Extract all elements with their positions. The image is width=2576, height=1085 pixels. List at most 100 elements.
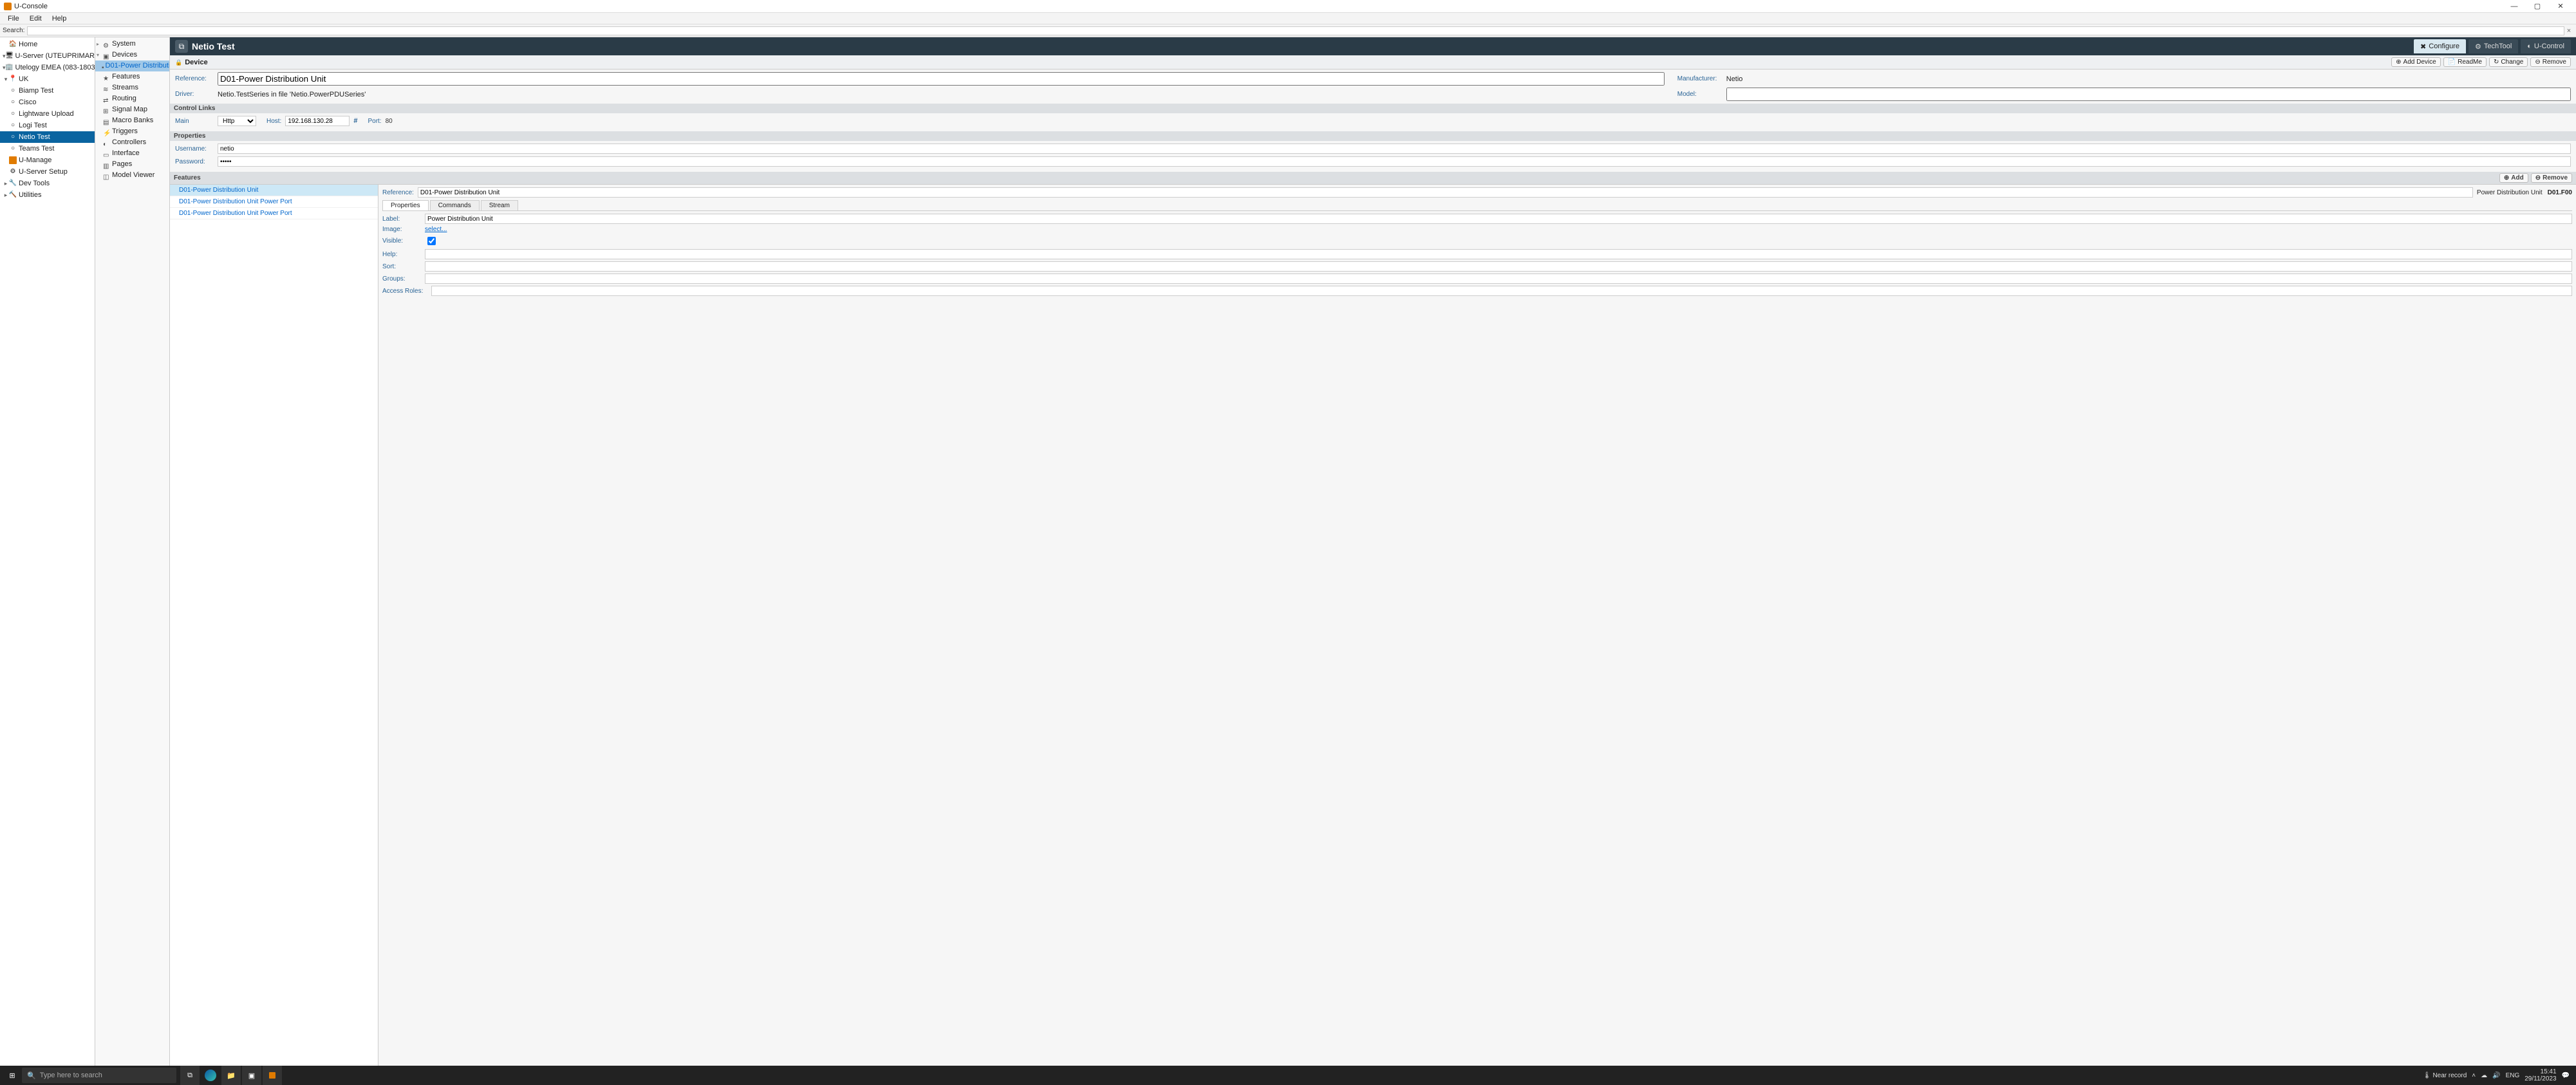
prop-visible-checkbox[interactable] bbox=[427, 237, 436, 245]
subtab-properties[interactable]: Properties bbox=[382, 200, 429, 210]
feat-reference-label: Reference: bbox=[382, 189, 414, 196]
tree-triggers[interactable]: ⚡Triggers bbox=[95, 126, 169, 137]
menu-edit[interactable]: Edit bbox=[24, 14, 47, 24]
subtab-commands[interactable]: Commands bbox=[430, 200, 480, 210]
device-tree: ▸⚙System ▾▣Devices ▪D01-Power Distributi… bbox=[95, 37, 170, 1066]
menu-help[interactable]: Help bbox=[47, 14, 72, 24]
subtab-stream[interactable]: Stream bbox=[481, 200, 518, 210]
tray-volume-icon[interactable]: 🔊 bbox=[2492, 1072, 2500, 1079]
username-label: Username: bbox=[175, 145, 214, 153]
protocol-select[interactable]: Http bbox=[218, 116, 256, 126]
manufacturer-value: Netio bbox=[1726, 75, 1743, 83]
reference-label: Reference: bbox=[175, 75, 214, 82]
host-input[interactable] bbox=[285, 116, 350, 126]
prop-sort-input[interactable] bbox=[425, 261, 2572, 272]
nav-uk[interactable]: ▾📍UK bbox=[0, 73, 95, 85]
tree-d01[interactable]: ▪D01-Power Distribution Unit bbox=[95, 60, 169, 71]
tree-devices[interactable]: ▾▣Devices bbox=[95, 50, 169, 60]
tree-pages[interactable]: ▥Pages bbox=[95, 159, 169, 170]
feature-add-button[interactable]: ⊕Add bbox=[2499, 173, 2528, 183]
prop-image-select-link[interactable]: select... bbox=[425, 226, 447, 233]
tray-lang[interactable]: ENG bbox=[2506, 1072, 2520, 1079]
search-bar: Search: × bbox=[0, 24, 2576, 37]
taskbar-app-explorer[interactable]: 📁 bbox=[221, 1066, 241, 1085]
nav-home[interactable]: 🏠Home bbox=[0, 39, 95, 50]
tree-controllers[interactable]: ◐Controllers bbox=[95, 137, 169, 148]
prop-label-input[interactable] bbox=[425, 214, 2572, 224]
tray-notifications-icon[interactable]: 💬 bbox=[2562, 1072, 2570, 1079]
readme-button[interactable]: 📄ReadMe bbox=[2443, 57, 2487, 67]
taskbar-app-uconsole[interactable] bbox=[263, 1066, 282, 1085]
tree-features[interactable]: ★Features bbox=[95, 71, 169, 82]
taskbar-search-placeholder: Type here to search bbox=[40, 1071, 102, 1079]
feature-row[interactable]: D01-Power Distribution Unit bbox=[170, 185, 378, 196]
tab-ucontrol[interactable]: ◐U-Control bbox=[2521, 39, 2571, 53]
nav-teams[interactable]: ○Teams Test bbox=[0, 143, 95, 154]
feat-reference-input[interactable] bbox=[418, 187, 2473, 198]
tree-interface[interactable]: ▭Interface bbox=[95, 148, 169, 159]
nav-lightware[interactable]: ○Lightware Upload bbox=[0, 108, 95, 120]
device-form: Reference: Manufacturer: Netio Driver: N… bbox=[170, 70, 2576, 104]
search-input[interactable] bbox=[27, 26, 2564, 35]
nav-utilities[interactable]: ▸🔨Utilities bbox=[0, 189, 95, 201]
close-button[interactable]: ✕ bbox=[2549, 0, 2572, 13]
model-input[interactable] bbox=[1726, 88, 2571, 101]
change-button[interactable]: ↻Change bbox=[2489, 57, 2528, 67]
feature-remove-button[interactable]: ⊖Remove bbox=[2531, 173, 2572, 183]
tree-routing[interactable]: ⇄Routing bbox=[95, 93, 169, 104]
driver-value: Netio.TestSeries in file 'Netio.PowerPDU… bbox=[218, 91, 366, 98]
tree-macrobanks[interactable]: ▤Macro Banks bbox=[95, 115, 169, 126]
nav-netio[interactable]: ○Netio Test bbox=[0, 131, 95, 143]
maximize-button[interactable]: ▢ bbox=[2526, 0, 2549, 13]
nav-usetup[interactable]: ⚙U-Server Setup bbox=[0, 166, 95, 178]
reference-input[interactable] bbox=[218, 72, 1665, 86]
prop-label-label: Label: bbox=[382, 216, 421, 223]
menu-file[interactable]: File bbox=[3, 14, 24, 24]
password-label: Password: bbox=[175, 158, 214, 165]
manufacturer-label: Manufacturer: bbox=[1677, 75, 1722, 82]
nav-umanage[interactable]: U-Manage bbox=[0, 154, 95, 166]
port-value: 80 bbox=[386, 118, 393, 125]
tree-modelviewer[interactable]: ◫Model Viewer bbox=[95, 170, 169, 181]
nav-userver[interactable]: ▾🖥U-Server (UTEUPRIMARY)✎ bbox=[0, 50, 95, 62]
nav-logi[interactable]: ○Logi Test bbox=[0, 120, 95, 131]
tray-chevron-icon[interactable]: ˄ bbox=[2472, 1072, 2476, 1079]
start-button[interactable]: ⊞ bbox=[3, 1066, 22, 1085]
tray-cloud-icon[interactable]: ☁ bbox=[2481, 1072, 2487, 1079]
tree-streams[interactable]: ≋Streams bbox=[95, 82, 169, 93]
window-titlebar: U-Console — ▢ ✕ bbox=[0, 0, 2576, 13]
taskbar-app-edge[interactable] bbox=[201, 1066, 220, 1085]
remove-button[interactable]: ⊖Remove bbox=[2530, 57, 2571, 67]
nav-cisco[interactable]: ○Cisco bbox=[0, 97, 95, 108]
search-clear-icon[interactable]: × bbox=[2564, 27, 2573, 35]
feature-row[interactable]: D01-Power Distribution Unit Power Port bbox=[170, 208, 378, 219]
nav-biamp[interactable]: ○Biamp Test bbox=[0, 85, 95, 97]
add-device-button[interactable]: ⊕Add Device bbox=[2391, 57, 2441, 67]
tree-system[interactable]: ▸⚙System bbox=[95, 39, 169, 50]
task-view-icon[interactable]: ⧉ bbox=[180, 1066, 200, 1085]
password-input[interactable] bbox=[218, 156, 2571, 167]
search-icon: 🔍 bbox=[27, 1071, 36, 1080]
properties-section: Properties bbox=[170, 131, 2576, 141]
nav-utelogy[interactable]: ▾🏢Utelogy EMEA (083-1803-53) bbox=[0, 62, 95, 73]
prop-help-label: Help: bbox=[382, 251, 421, 258]
feature-row[interactable]: D01-Power Distribution Unit Power Port bbox=[170, 196, 378, 208]
nav-devtools[interactable]: ▸🔧Dev Tools bbox=[0, 178, 95, 189]
prop-groups-input[interactable] bbox=[425, 274, 2572, 284]
prop-help-input[interactable] bbox=[425, 249, 2572, 259]
taskbar-search[interactable]: 🔍 Type here to search bbox=[22, 1068, 176, 1083]
prop-access-label: Access Roles: bbox=[382, 288, 427, 295]
weather-widget[interactable]: 🌡 Near record bbox=[2423, 1072, 2467, 1079]
taskbar-app-terminal[interactable]: ▣ bbox=[242, 1066, 261, 1085]
prop-sort-label: Sort: bbox=[382, 263, 421, 270]
tab-techtool[interactable]: ⚙TechTool bbox=[2469, 39, 2518, 53]
prop-access-input[interactable] bbox=[431, 286, 2572, 296]
username-input[interactable] bbox=[218, 144, 2571, 154]
feat-id: D01.F00 bbox=[2548, 189, 2572, 196]
features-list: D01-Power Distribution Unit D01-Power Di… bbox=[170, 185, 378, 1066]
tree-signalmap[interactable]: ⊞Signal Map bbox=[95, 104, 169, 115]
host-action-icon[interactable]: # bbox=[353, 117, 357, 125]
tab-configure[interactable]: ✖Configure bbox=[2414, 39, 2466, 53]
minimize-button[interactable]: — bbox=[2503, 0, 2526, 13]
tray-clock[interactable]: 15:41 29/11/2023 bbox=[2525, 1068, 2556, 1082]
